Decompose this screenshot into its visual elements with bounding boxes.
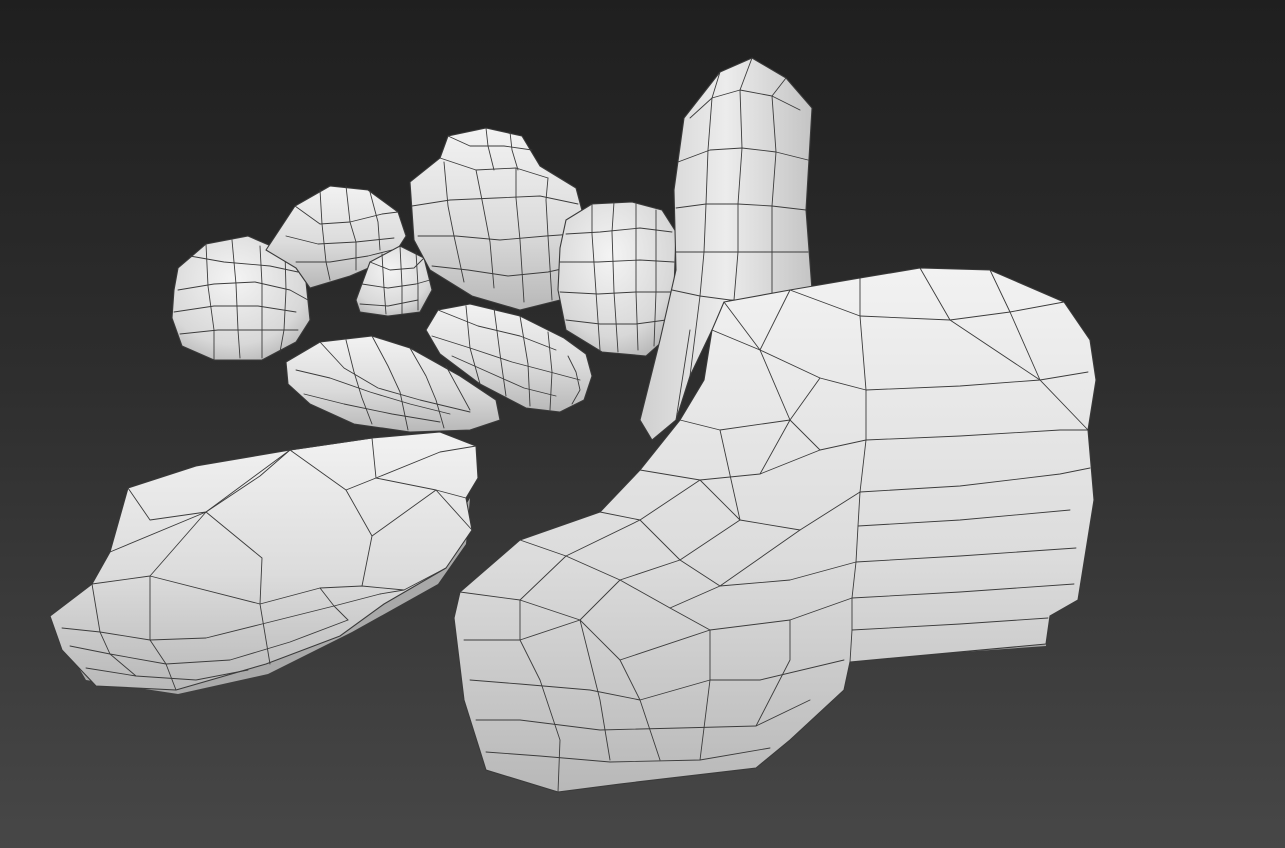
rock-large-flat-slab [49, 431, 479, 694]
rock-set-render [49, 57, 1097, 793]
rock-middle-boulder [557, 201, 677, 357]
3d-viewport[interactable] [0, 0, 1285, 848]
